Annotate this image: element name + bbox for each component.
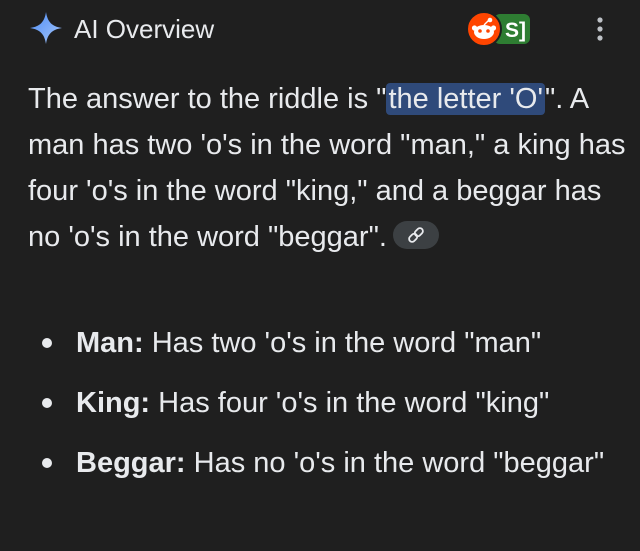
sparkle-icon <box>30 12 62 44</box>
answer-highlight: the letter 'O' <box>386 83 545 115</box>
bullet-text: Has four 'o's in the word "king" <box>150 387 550 419</box>
page-title: AI Overview <box>74 14 215 44</box>
bullet-text: Has two 'o's in the word "man" <box>143 327 542 359</box>
bullet-text: Has no 'o's in the word "beggar" <box>185 447 605 479</box>
source-icons[interactable]: S] <box>466 11 534 47</box>
bullet-dot <box>42 458 52 468</box>
bullet-dot <box>42 338 52 348</box>
source-link-button[interactable] <box>392 221 439 250</box>
list-item: Beggar: Has no 'o's in the word "beggar" <box>28 440 628 486</box>
bullet-term: King: <box>76 387 151 419</box>
bullet-term: Beggar: <box>76 447 186 479</box>
ai-overview-header: AI Overview S] <box>0 0 640 60</box>
reddit-icon[interactable] <box>466 11 502 47</box>
bullet-term: Man: <box>76 327 144 359</box>
svg-text:S]: S] <box>505 19 526 42</box>
answer-text-before: The answer to the riddle is " <box>28 83 387 115</box>
more-vert-icon[interactable] <box>590 12 610 46</box>
link-icon <box>408 227 424 244</box>
answer-bullet-list: Man: Has two 'o's in the word "man" King… <box>28 320 628 500</box>
list-item: Man: Has two 'o's in the word "man" <box>28 320 628 366</box>
bullet-dot <box>42 398 52 408</box>
answer-paragraph: The answer to the riddle is "the letter … <box>28 76 628 260</box>
list-item: King: Has four 'o's in the word "king" <box>28 380 628 426</box>
